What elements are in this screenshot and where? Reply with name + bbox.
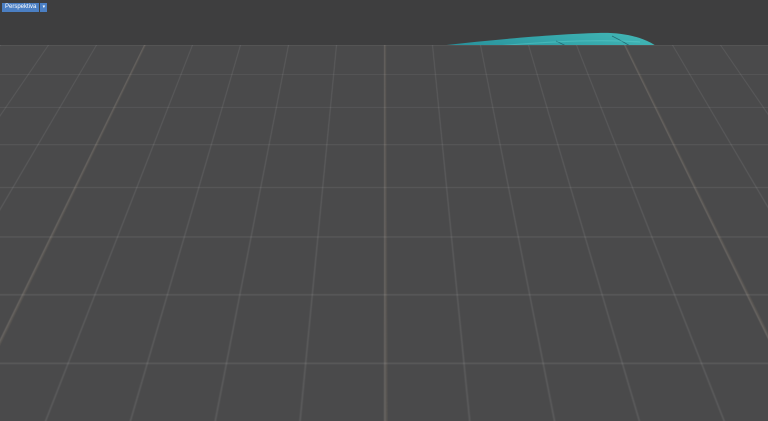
viewport-title-tab[interactable]: Perspektiva ▾: [2, 3, 47, 12]
radius-value-box[interactable]: 1,000: [471, 196, 491, 205]
radio-arc[interactable]: Oblouk: [432, 239, 452, 244]
range-option-1000[interactable]: 1000: [504, 220, 517, 228]
radio-deformable-label: Deformovatelný: [462, 239, 494, 244]
ok-button[interactable]: OK: [455, 326, 489, 338]
deformable-degree-label: Deformovatelný stupeň:: [432, 252, 485, 258]
range-label: Range:: [432, 211, 527, 217]
degree-select[interactable]: 5: [488, 250, 512, 259]
radio-deformable[interactable]: Deformovatelný: [456, 239, 494, 244]
radio-arc-label: Oblouk: [438, 239, 453, 244]
tangent-slider[interactable]: 1,000: [432, 271, 527, 280]
checkbox-continue-across-faces[interactable]: ✓ Continue across faces: [432, 318, 527, 324]
chevron-down-icon: [505, 253, 509, 256]
checkbox-continue-label: Continue across faces: [439, 318, 488, 324]
range-options: 0.01 0.1 1 10 100 1000: [432, 220, 527, 228]
checkbox-extend[interactable]: ✓ Prodloužit: [432, 309, 527, 315]
checkbox-extend-label: Prodloužit: [439, 309, 461, 315]
dialog-titlebar[interactable]: ZaoblitPlochu ×: [427, 170, 532, 183]
radio-g2-label: G2 přechod: [503, 239, 527, 244]
radio-icon: [432, 240, 436, 244]
radius-slider[interactable]: 1,000: [432, 196, 527, 205]
checkbox-stitch-label: Sešívat: [439, 300, 456, 306]
close-icon[interactable]: ×: [520, 171, 529, 181]
degree-value: 5: [491, 252, 494, 258]
check-icon: ✓: [432, 318, 437, 324]
transition-type-options: Oblouk Deformovatelný G2 přechod: [432, 239, 527, 244]
transition-type-label: Typ přechodu:: [432, 231, 527, 237]
radio-g2-blend[interactable]: G2 přechod: [498, 239, 528, 244]
viewport-3d-scene: [0, 0, 768, 421]
viewport-title[interactable]: Perspektiva: [2, 3, 39, 12]
dialog-buttons: OK Storno: [432, 326, 527, 338]
tangent-value-box[interactable]: 1,000: [506, 271, 526, 280]
range-option-100[interactable]: 100: [491, 220, 501, 228]
chevron-down-icon[interactable]: ▾: [40, 3, 47, 12]
rounding-slider[interactable]: 1,000: [432, 289, 527, 298]
tangent-label: Tečna: [432, 263, 527, 269]
cancel-button[interactable]: Storno: [493, 326, 527, 338]
checkbox-stitch[interactable]: ✓ Sešívat: [432, 300, 527, 306]
application-window: Perspektiva ▾ ZaoblitPlochu × Poloměr: 1…: [0, 0, 768, 421]
fillet-surface-dialog: ZaoblitPlochu × Poloměr: 1,000 Range: 0.…: [426, 169, 533, 341]
radio-selected-icon: [456, 240, 460, 244]
dialog-title: ZaoblitPlochu: [440, 173, 520, 179]
range-option-10[interactable]: 10: [476, 220, 488, 228]
check-icon: ✓: [432, 309, 437, 315]
radius-label: Poloměr:: [432, 186, 527, 192]
range-option-1[interactable]: 1: [468, 220, 473, 228]
range-option-001[interactable]: 0.01: [442, 220, 454, 228]
rounding-value-box[interactable]: 1,000: [506, 289, 526, 298]
rounding-label: Zaoblení: [432, 282, 527, 288]
deformable-degree-row: Deformovatelný stupeň: 5: [432, 250, 527, 259]
rhino-app-icon: [430, 173, 437, 180]
check-icon: ✓: [432, 300, 437, 306]
range-option-01[interactable]: 0.1: [456, 220, 465, 228]
radio-icon: [498, 240, 502, 244]
